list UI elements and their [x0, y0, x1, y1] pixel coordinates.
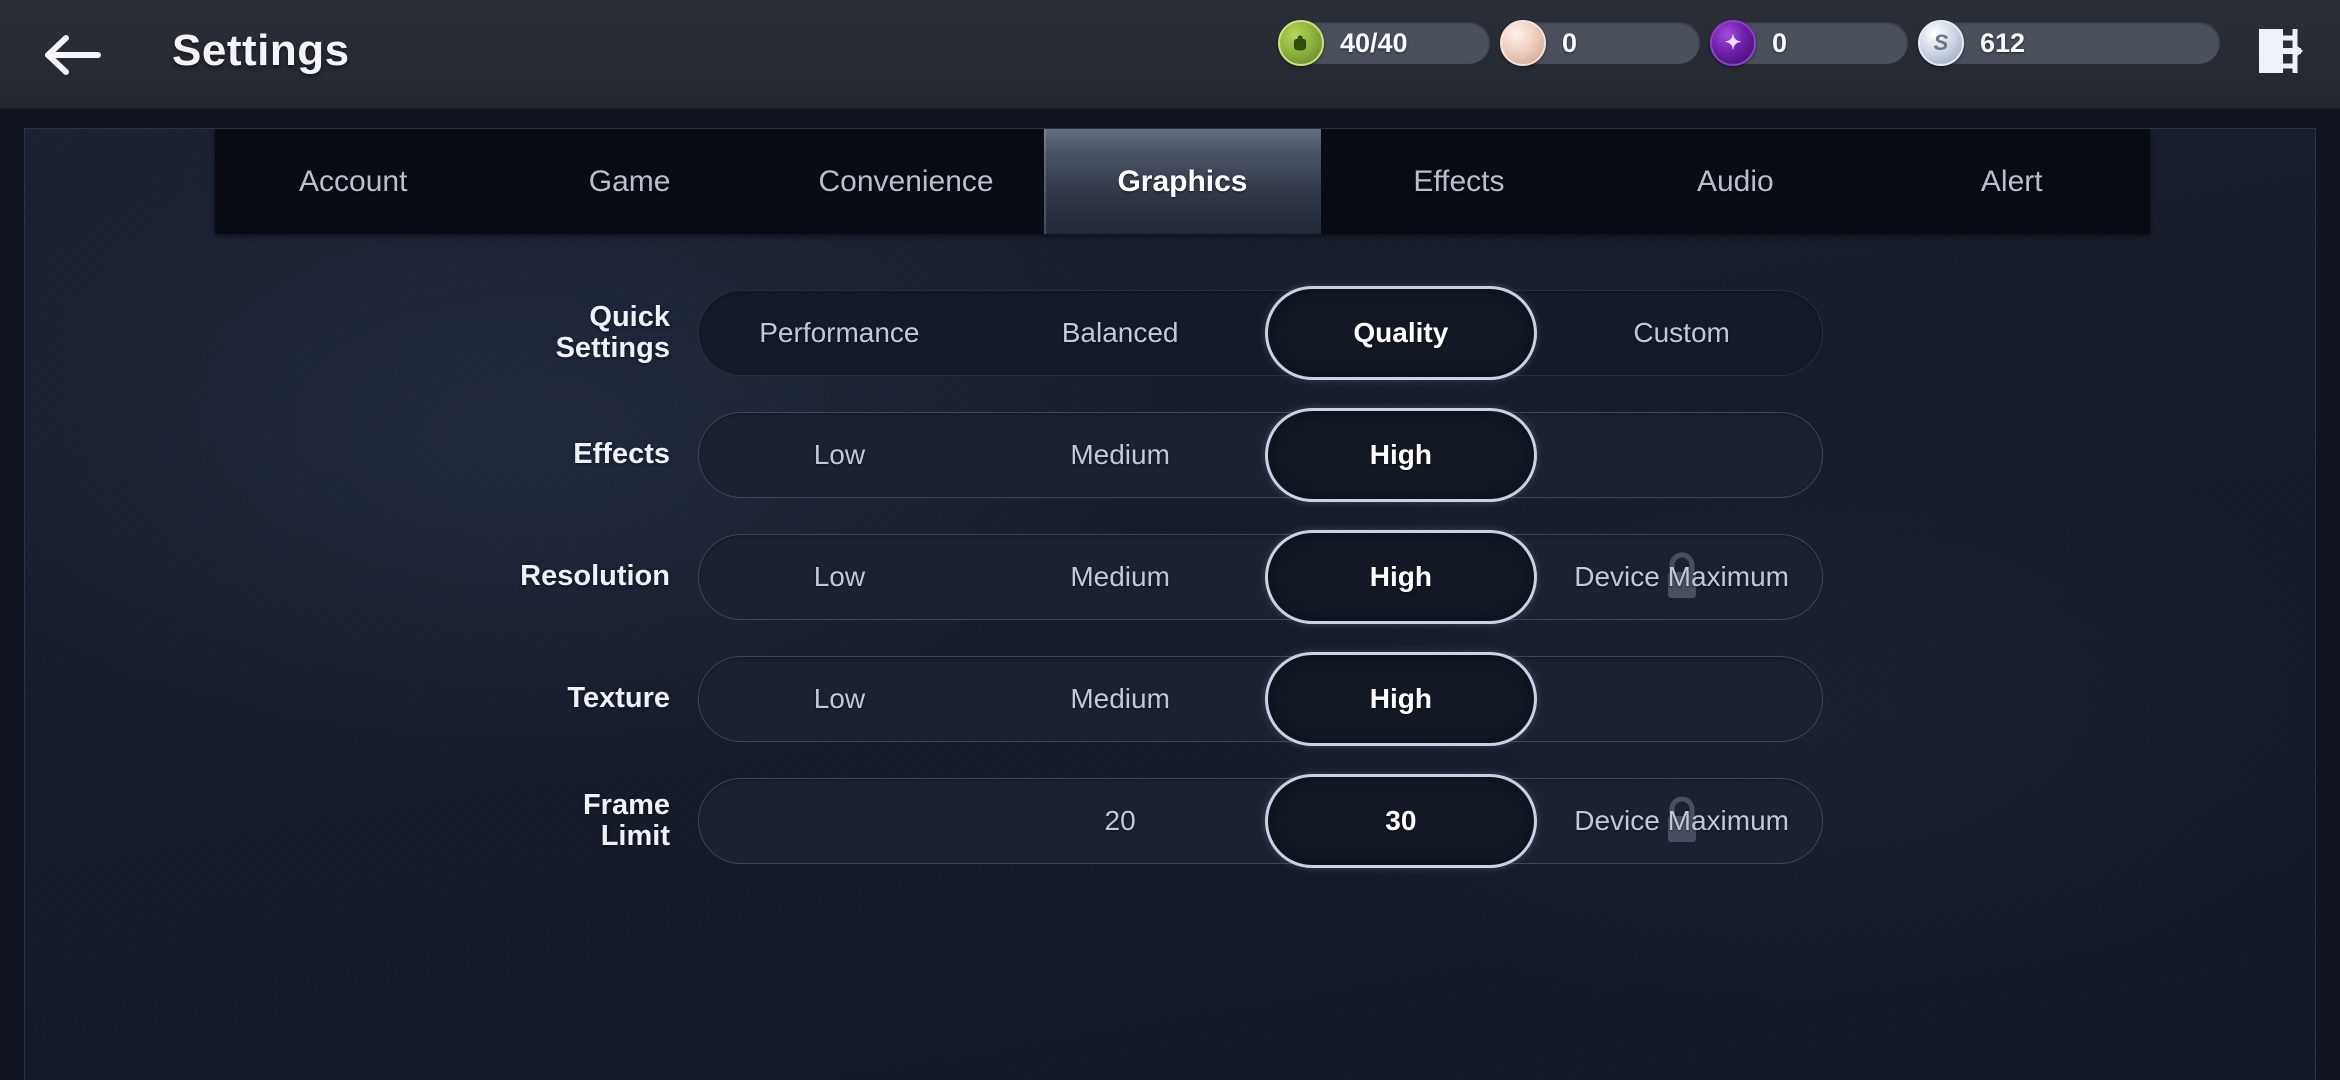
setting-row-label: Quick Settings	[555, 300, 670, 364]
segment-option-label: Balanced	[1061, 317, 1179, 348]
tab-convenience[interactable]: Convenience	[768, 129, 1044, 234]
top-header-bar: Settings 40/40 0 ✦ 0 S 612	[0, 0, 2340, 110]
segmented-control: 20 30 Device Maximum	[698, 774, 1823, 868]
tab-label: Account	[299, 164, 408, 198]
page-title: Settings	[172, 26, 350, 75]
segment-option-empty	[1541, 413, 1822, 497]
exit-door-icon	[2249, 23, 2305, 84]
setting-row: Effects Low Medium High	[25, 394, 2315, 516]
segmented-control: Performance Balanced Quality Custom	[698, 286, 1823, 380]
resource-stamina[interactable]: 40/40	[1278, 20, 1490, 66]
segment-option-label: High	[1369, 683, 1432, 714]
tab-graphics[interactable]: Graphics	[1044, 129, 1321, 234]
segment-option[interactable]: Medium	[980, 413, 1261, 497]
segment-option[interactable]: Quality	[1261, 286, 1542, 380]
segment-option-empty	[1541, 657, 1822, 741]
settings-screen: Settings 40/40 0 ✦ 0 S 612 Account Game …	[0, 0, 2340, 1080]
silver-coin-icon: S	[1918, 20, 1964, 66]
setting-row: Texture Low Medium High	[25, 638, 2315, 760]
segment-option-label: High	[1369, 561, 1432, 592]
tab-label: Game	[588, 164, 671, 198]
segment-option[interactable]: 20	[980, 779, 1261, 863]
exit-button[interactable]	[2246, 22, 2308, 84]
tab-label: Audio	[1696, 164, 1774, 198]
segment-option[interactable]: 30	[1261, 774, 1542, 868]
resource-pearl[interactable]: 0	[1500, 20, 1700, 66]
setting-row: Resolution Low Medium High Device Maximum	[25, 516, 2315, 638]
segment-option[interactable]: High	[1261, 408, 1542, 502]
tab-game[interactable]: Game	[491, 129, 767, 234]
segment-option-label: Quality	[1353, 317, 1449, 348]
segment-option[interactable]: High	[1261, 652, 1542, 746]
settings-rows-container: Quick Settings Performance Balanced Quality…	[25, 234, 2315, 1080]
setting-row-label: Texture	[567, 682, 670, 715]
resource-silver[interactable]: S 612	[1918, 20, 2220, 66]
segment-option-label: Medium	[1070, 561, 1170, 592]
segment-option-label: Performance	[759, 317, 920, 348]
tab-label: Effects	[1413, 164, 1505, 198]
arrow-left-icon	[42, 33, 104, 77]
resource-gem[interactable]: ✦ 0	[1710, 20, 1908, 66]
segment-option-label: Low	[813, 683, 866, 714]
stamina-fist-icon	[1278, 20, 1324, 66]
segment-option[interactable]: Device Maximum	[1541, 779, 1822, 863]
tab-alert[interactable]: Alert	[1874, 129, 2150, 234]
tab-audio[interactable]: Audio	[1597, 129, 1873, 234]
segment-option[interactable]: Custom	[1541, 291, 1822, 375]
segment-option-label: Low	[813, 561, 866, 592]
segment-option[interactable]: Low	[699, 657, 980, 741]
setting-row-label: Resolution	[520, 560, 670, 593]
segment-option[interactable]: Device Maximum	[1541, 535, 1822, 619]
segment-option-label: Medium	[1070, 439, 1170, 470]
tab-label: Convenience	[818, 164, 994, 198]
segment-option[interactable]: Low	[699, 413, 980, 497]
resource-bar: 40/40 0 ✦ 0 S 612	[1278, 20, 2220, 66]
tab-label: Alert	[1980, 164, 2043, 198]
tab-label: Graphics	[1117, 164, 1248, 198]
tab-effects[interactable]: Effects	[1321, 129, 1597, 234]
segment-option-label: Custom	[1633, 317, 1730, 348]
segment-option-label: 20	[1104, 805, 1136, 836]
setting-row-label: Frame Limit	[582, 788, 670, 852]
back-button[interactable]	[38, 25, 108, 85]
segmented-control: Low Medium High	[698, 652, 1823, 746]
segmented-control: Low Medium High	[698, 408, 1823, 502]
segment-option[interactable]: High	[1261, 530, 1542, 624]
pearl-icon	[1500, 20, 1546, 66]
segment-option[interactable]: Medium	[980, 657, 1261, 741]
segment-option-empty	[699, 779, 980, 863]
segment-option-label: Device Maximum	[1574, 805, 1789, 836]
segment-option[interactable]: Performance	[699, 291, 980, 375]
segment-option[interactable]: Low	[699, 535, 980, 619]
gem-icon: ✦	[1710, 20, 1756, 66]
segmented-control: Low Medium High Device Maximum	[698, 530, 1823, 624]
settings-panel: Account Game Convenience Graphics Effects Aud…	[24, 128, 2316, 1080]
segment-option-label: 30	[1385, 805, 1417, 836]
settings-tab-bar: Account Game Convenience Graphics Effects Aud…	[215, 129, 2150, 234]
segment-option[interactable]: Balanced	[980, 291, 1261, 375]
setting-row: Quick Settings Performance Balanced Quality…	[25, 272, 2315, 394]
setting-row-label: Effects	[573, 438, 670, 471]
setting-row: Frame Limit 20 30 Device Maximum	[25, 760, 2315, 882]
segment-option-label: Low	[813, 439, 866, 470]
tab-account[interactable]: Account	[215, 129, 491, 234]
segment-option-label: High	[1369, 439, 1432, 470]
segment-option-label: Device Maximum	[1574, 561, 1789, 592]
segment-option[interactable]: Medium	[980, 535, 1261, 619]
segment-option-label: Medium	[1070, 683, 1170, 714]
